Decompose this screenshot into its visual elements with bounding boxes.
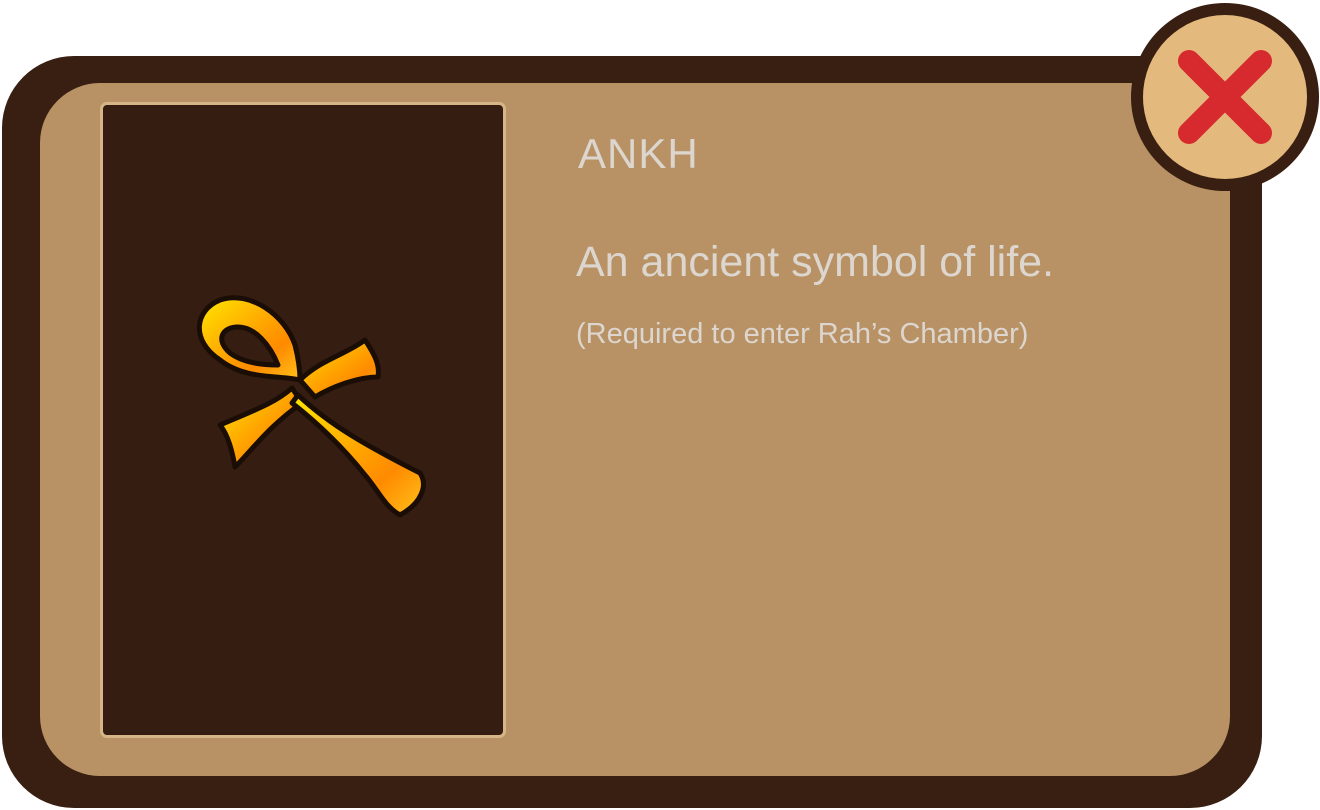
item-title: ANKH	[578, 130, 699, 177]
item-description: An ancient symbol of life.	[576, 238, 1055, 286]
item-requirement-note: (Required to enter Rah’s Chamber)	[576, 318, 1029, 350]
close-icon[interactable]	[1175, 47, 1275, 147]
ankh-icon	[196, 295, 426, 518]
item-info-dialog: ANKH An ancient symbol of life. (Require…	[0, 0, 1320, 810]
close-button-face[interactable]	[1143, 15, 1307, 179]
close-button[interactable]	[1131, 3, 1319, 191]
